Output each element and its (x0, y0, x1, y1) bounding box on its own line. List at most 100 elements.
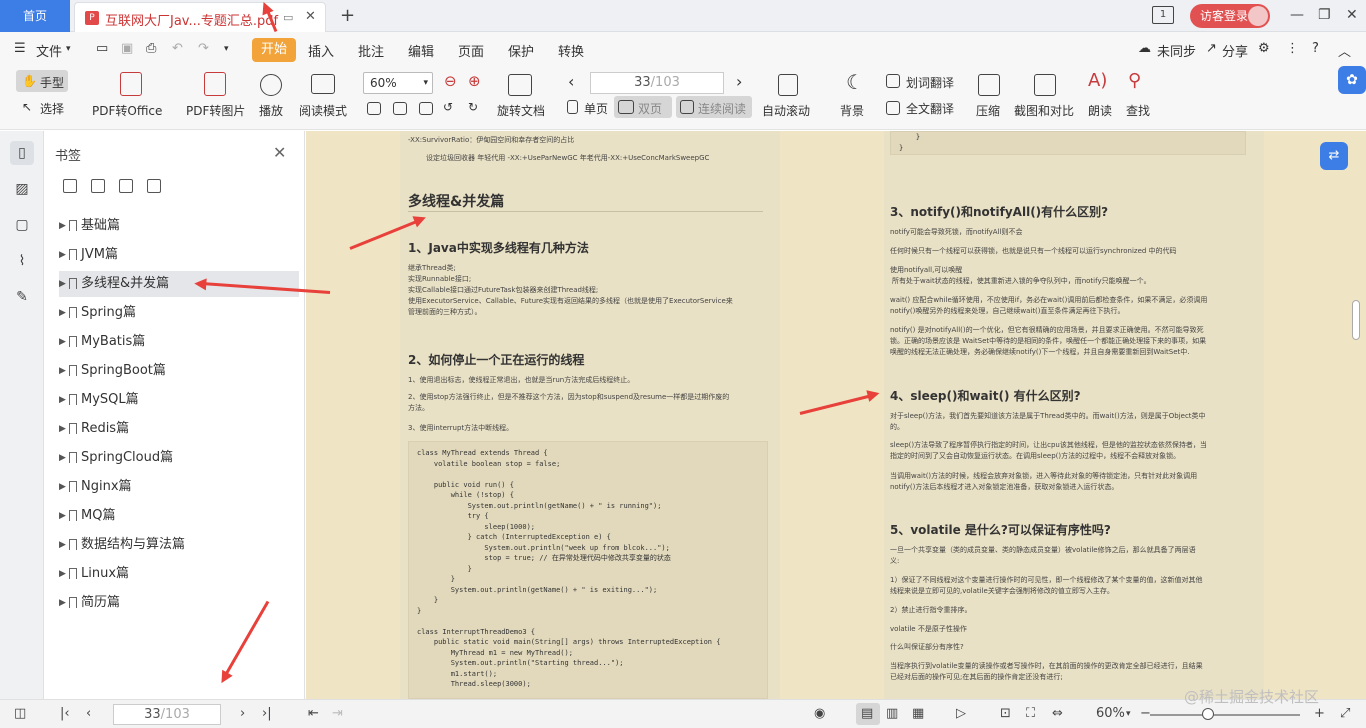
screenshot-compare-button[interactable]: 截图和对比 (1014, 102, 1074, 119)
forward-icon[interactable]: ⇥ (332, 706, 343, 721)
app-center-icon[interactable]: ✿ (1338, 66, 1366, 94)
expand-triangle-icon[interactable]: ▶ (59, 561, 66, 587)
print-icon[interactable]: ⎙ (146, 41, 156, 56)
share-button[interactable]: 分享 (1222, 41, 1248, 60)
save-icon[interactable]: ▣ (121, 41, 133, 56)
collapse-ribbon-icon[interactable]: ︿ (1338, 41, 1351, 60)
prev-page-icon[interactable]: ‹ (86, 706, 91, 721)
full-translate-button[interactable]: 全文翻译 (906, 100, 954, 117)
expand-triangle-icon[interactable]: ▶ (59, 242, 66, 268)
pdf-to-office-button[interactable]: PDF转Office (92, 102, 162, 119)
rotate-left-icon[interactable]: ↺ (443, 100, 453, 114)
redo-icon[interactable]: ↷ (198, 41, 209, 56)
minimize-icon[interactable]: — (1290, 7, 1304, 23)
auto-scroll-button[interactable]: 自动滚动 (762, 102, 810, 119)
hamburger-icon[interactable]: ☰ (14, 41, 26, 56)
zoom-in-icon[interactable]: ⊕ (468, 72, 481, 90)
comment-icon[interactable]: ▢ (10, 213, 34, 237)
prev-page-icon[interactable]: ‹ (568, 72, 574, 91)
bookmark-item[interactable]: ▶ SpringCloud篇 (59, 445, 299, 471)
zoom-in-button[interactable]: + (1314, 706, 1325, 721)
fit-width-icon[interactable]: ⇔ (1052, 706, 1063, 721)
fit-page-icon[interactable]: ⛶ (1026, 706, 1035, 721)
bookmark-item[interactable]: ▶ SpringBoot篇 (59, 358, 299, 384)
signature-icon[interactable]: ✎ (10, 285, 34, 309)
bookmark-item[interactable]: ▶ MyBatis篇 (59, 329, 299, 355)
thumbnail-icon[interactable]: ▨ (10, 177, 34, 201)
play-button[interactable]: 播放 (259, 102, 283, 119)
next-page-icon[interactable]: › (240, 706, 245, 721)
expand-triangle-icon[interactable]: ▶ (59, 329, 66, 355)
zoom-slider[interactable] (1150, 714, 1300, 716)
page-number-input[interactable]: 33/103 (590, 72, 724, 94)
read-mode-button[interactable]: 阅读模式 (299, 102, 347, 119)
tab-document[interactable]: P 互联网大厂Jav...专题汇总.pdf ▭ ✕ (74, 2, 326, 32)
expand-triangle-icon[interactable]: ▶ (59, 358, 66, 384)
zoom-select[interactable]: 60% ▾ (363, 72, 433, 94)
word-translate-button[interactable]: 划词翻译 (906, 74, 954, 91)
bookmark-panel-icon[interactable]: ▯ (10, 141, 34, 165)
help-icon[interactable]: ? (1312, 41, 1319, 56)
add-bookmark-icon[interactable] (119, 179, 133, 193)
expand-triangle-icon[interactable]: ▶ (59, 300, 66, 326)
attachment-icon[interactable]: ⌇ (10, 249, 34, 273)
fit-page-icon[interactable] (393, 102, 407, 115)
quick-access-icon[interactable]: ▾ (224, 44, 229, 54)
open-folder-icon[interactable]: ▭ (96, 41, 108, 56)
actual-size-icon[interactable] (367, 102, 381, 115)
layout-icon[interactable]: 1 (1152, 6, 1174, 24)
guest-login-button[interactable]: 访客登录 (1190, 4, 1270, 28)
actual-size-icon[interactable]: ⊡ (1000, 706, 1011, 721)
eye-icon[interactable]: ◉ (814, 706, 825, 721)
compress-button[interactable]: 压缩 (976, 102, 1000, 119)
bookmark-item[interactable]: ▶ MQ篇 (59, 503, 299, 529)
floating-tool-icon[interactable]: ⇄ (1320, 142, 1348, 170)
expand-triangle-icon[interactable]: ▶ (59, 387, 66, 413)
single-page-button[interactable]: 单页 (584, 100, 608, 117)
expand-triangle-icon[interactable]: ▶ (59, 590, 66, 616)
collapse-all-icon[interactable] (91, 179, 105, 193)
book-view-icon[interactable]: ▦ (912, 706, 924, 721)
close-window-icon[interactable]: ✕ (1346, 7, 1358, 23)
expand-triangle-icon[interactable]: ▶ (59, 416, 66, 442)
next-page-icon[interactable]: › (736, 72, 742, 91)
expand-triangle-icon[interactable]: ▶ (59, 532, 66, 558)
expand-triangle-icon[interactable]: ▶ (59, 445, 66, 471)
bookmark-item[interactable]: ▶ MySQL篇 (59, 387, 299, 413)
fullscreen-icon[interactable]: ⤢ (1340, 706, 1350, 721)
hand-tool-button[interactable]: 手型 (40, 74, 64, 91)
settings-icon[interactable]: ⚙ (1258, 41, 1270, 56)
single-view-icon[interactable]: ▤ (861, 706, 873, 721)
unsynced-status[interactable]: 未同步 (1157, 41, 1196, 60)
continuous-read-button[interactable]: 连续阅读 (698, 100, 746, 117)
menu-file[interactable]: 文件 (36, 41, 62, 60)
menu-edit[interactable]: 编辑 (408, 41, 434, 60)
new-tab-button[interactable]: + (340, 5, 355, 26)
menu-protect[interactable]: 保护 (508, 41, 534, 60)
expand-triangle-icon[interactable]: ▶ (59, 271, 66, 297)
play-icon[interactable]: ▷ (956, 706, 966, 721)
menu-start[interactable]: 开始 (252, 38, 296, 62)
bookmark-item[interactable]: ▶ Linux篇 (59, 561, 299, 587)
last-page-icon[interactable]: ›| (262, 706, 272, 721)
chevron-down-icon[interactable]: ▾ (66, 44, 71, 54)
bookmark-item[interactable]: ▶ 基础篇 (59, 213, 299, 239)
bookmark-item[interactable]: ▶ Nginx篇 (59, 474, 299, 500)
rotate-doc-button[interactable]: 旋转文档 (497, 102, 545, 119)
back-icon[interactable]: ⇤ (308, 706, 319, 721)
expand-triangle-icon[interactable]: ▶ (59, 474, 66, 500)
close-panel-icon[interactable]: ✕ (273, 143, 286, 162)
restore-icon[interactable]: ❐ (1318, 7, 1331, 23)
menu-page[interactable]: 页面 (458, 41, 484, 60)
fit-width-icon[interactable] (419, 102, 433, 115)
status-zoom[interactable]: 60% (1096, 706, 1125, 721)
expand-triangle-icon[interactable]: ▶ (59, 213, 66, 239)
read-aloud-button[interactable]: 朗读 (1088, 102, 1112, 119)
bookmark-item[interactable]: ▶ Redis篇 (59, 416, 299, 442)
menu-annotate[interactable]: 批注 (358, 41, 384, 60)
status-page-input[interactable]: 33/103 (113, 704, 221, 725)
zoom-out-icon[interactable]: ⊖ (444, 72, 457, 90)
close-tab-icon[interactable]: ✕ (305, 9, 316, 24)
double-view-icon[interactable]: ▥ (886, 706, 898, 721)
bookmark-item[interactable]: ▶ Spring篇 (59, 300, 299, 326)
